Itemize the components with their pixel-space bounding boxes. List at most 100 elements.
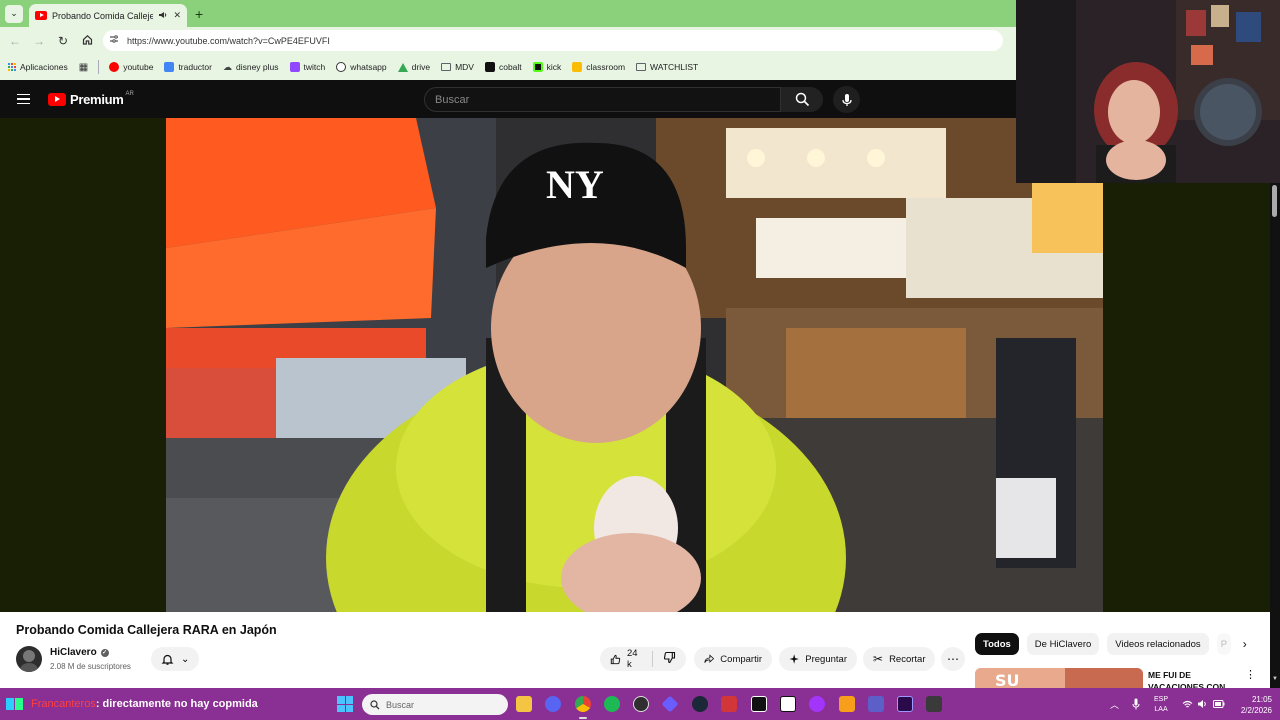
chevron-up-icon[interactable]: ︿ xyxy=(1110,688,1119,720)
tab-search-button[interactable]: ⌄ xyxy=(5,4,23,23)
bookmark-twitch[interactable]: twitch xyxy=(289,62,325,72)
thumbnail-overlay-text: SU xyxy=(995,671,1020,688)
bookmark-label: MDV xyxy=(455,62,474,72)
search-input[interactable]: Buscar xyxy=(424,87,781,112)
stream-chat-message: Francanteros: directamente no hay copmid… xyxy=(31,698,258,710)
bookmark-traductor[interactable]: traductor xyxy=(164,62,212,72)
chip-videos-relacionados[interactable]: Videos relacionados xyxy=(1107,633,1209,655)
channel-name-link[interactable]: HiClavero ✓ xyxy=(50,647,109,658)
close-tab-icon[interactable]: ✕ xyxy=(173,10,181,21)
taskbar: Francanteros: directamente no hay copmid… xyxy=(0,688,1280,720)
fl-studio-icon[interactable] xyxy=(839,696,855,712)
share-button[interactable]: Compartir xyxy=(694,647,772,671)
capcut-icon[interactable] xyxy=(751,696,767,712)
screen: ⌄ Probando Comida Callejera ✕ + ← → ↻ ht… xyxy=(0,0,1280,720)
back-arrow-icon[interactable]: ← xyxy=(3,34,27,48)
notion-icon[interactable] xyxy=(780,696,796,712)
home-icon[interactable] xyxy=(75,34,99,48)
browser-toolbar: ← → ↻ https://www.youtube.com/watch?v=Cw… xyxy=(0,27,1016,54)
subscription-notifications-button[interactable]: ⌄ xyxy=(151,647,199,671)
obs-icon[interactable] xyxy=(633,696,649,712)
chrome-icon[interactable] xyxy=(575,696,591,712)
vpn-icon[interactable] xyxy=(926,696,942,712)
bookmark-label: classroom xyxy=(586,62,626,72)
bookmark-cobalt[interactable]: cobalt xyxy=(484,62,522,72)
spotify-icon[interactable] xyxy=(604,696,620,712)
chip-de-hiclavero[interactable]: De HiClavero xyxy=(1026,633,1100,655)
bookmark-kick[interactable]: kick xyxy=(532,62,561,72)
folder-icon xyxy=(441,63,452,71)
apps-grid-icon xyxy=(8,63,16,71)
premiere-icon[interactable] xyxy=(897,696,913,712)
microphone-icon[interactable] xyxy=(1132,688,1140,720)
search-icon xyxy=(370,699,380,709)
browser-tab-active[interactable]: Probando Comida Callejera ✕ xyxy=(29,4,187,27)
recommended-thumbnail[interactable]: SU xyxy=(975,668,1143,688)
discord-icon[interactable] xyxy=(545,696,561,712)
bookmark-drive[interactable]: drive xyxy=(397,62,430,72)
thumbs-down-icon xyxy=(663,651,676,664)
clock-time: 21:05 xyxy=(1251,695,1272,704)
reload-icon[interactable]: ↻ xyxy=(51,34,75,48)
streamlabs-icon[interactable] xyxy=(661,695,679,713)
address-bar[interactable]: https://www.youtube.com/watch?v=CwPE4EFU… xyxy=(103,30,1003,51)
like-button[interactable]: 24 k xyxy=(610,648,642,670)
new-tab-button[interactable]: + xyxy=(195,6,203,22)
classroom-icon xyxy=(572,62,583,72)
menu-icon[interactable] xyxy=(17,93,30,105)
dislike-button[interactable] xyxy=(663,651,676,667)
file-explorer-icon[interactable] xyxy=(516,696,532,712)
channel-avatar[interactable] xyxy=(16,646,42,672)
clip-button[interactable]: ✂ Recortar xyxy=(863,647,935,671)
bookmark-classroom[interactable]: classroom xyxy=(572,62,625,72)
riot-icon[interactable] xyxy=(721,696,737,712)
search-button[interactable] xyxy=(781,87,823,112)
windows-start-icon[interactable] xyxy=(337,696,353,712)
forward-arrow-icon[interactable]: → xyxy=(27,34,51,48)
chevron-right-icon[interactable]: › xyxy=(1243,637,1247,651)
video-player[interactable]: NY xyxy=(0,118,1270,612)
battery-icon[interactable] xyxy=(1213,688,1225,720)
bookmark-mdv[interactable]: MDV xyxy=(441,62,474,72)
kick-icon xyxy=(532,62,543,72)
video-title: Probando Comida Callejera RARA en Japón xyxy=(16,623,277,637)
share-label: Compartir xyxy=(720,653,762,665)
bookmark-watchlist[interactable]: WATCHLIST xyxy=(636,62,698,72)
chip-todos[interactable]: Todos xyxy=(975,633,1019,655)
steam-icon[interactable] xyxy=(692,696,708,712)
bookmark-youtube[interactable]: youtube xyxy=(109,62,153,72)
clock-date: 2/2/2026 xyxy=(1240,706,1272,715)
youtube-premium-logo[interactable]: Premium AR xyxy=(48,91,134,107)
scroll-down-arrow-icon[interactable]: ▼ xyxy=(1270,676,1280,688)
url-text[interactable]: https://www.youtube.com/watch?v=CwPE4EFU… xyxy=(127,36,330,46)
ask-button[interactable]: Preguntar xyxy=(779,647,857,671)
like-dislike-group: 24 k xyxy=(600,647,686,671)
twitch-icon xyxy=(289,62,300,72)
messenger-icon[interactable] xyxy=(809,696,825,712)
sparkle-icon xyxy=(789,654,799,664)
keyboard-language[interactable]: ESP LAA xyxy=(1154,695,1168,715)
voice-search-button[interactable] xyxy=(833,86,860,113)
chip-partial[interactable]: P xyxy=(1216,633,1231,655)
teams-icon[interactable] xyxy=(868,696,884,712)
more-actions-button[interactable]: ⋯ xyxy=(941,647,965,671)
drive-icon xyxy=(397,62,408,72)
page-scrollbar[interactable] xyxy=(1270,183,1280,688)
bookmark-disney-plus[interactable]: ☁ disney plus xyxy=(223,62,279,73)
taskbar-search-input[interactable]: Buscar xyxy=(362,694,508,715)
bookmark-whatsapp[interactable]: whatsapp xyxy=(336,62,387,72)
scrollbar-thumb[interactable] xyxy=(1272,185,1277,217)
system-clock[interactable]: 21:05 2/2/2026 xyxy=(1228,694,1272,716)
more-vertical-icon[interactable]: ⋮ xyxy=(1245,668,1256,681)
chrome-active-indicator xyxy=(579,717,587,719)
tab-groups-icon[interactable]: ▦ xyxy=(79,62,88,73)
volume-icon[interactable] xyxy=(1197,688,1208,720)
site-settings-icon[interactable] xyxy=(109,34,119,47)
bookmark-aplicaciones[interactable]: Aplicaciones xyxy=(8,62,68,72)
related-filter-chips: Todos De HiClavero Videos relacionados P… xyxy=(975,633,1247,655)
wifi-icon[interactable] xyxy=(1182,688,1193,720)
recommended-title[interactable]: ME FUI DE VACACIONES CON... xyxy=(1148,669,1248,688)
video-frame[interactable]: NY xyxy=(166,118,1103,612)
speaker-icon[interactable] xyxy=(158,10,168,22)
thumbs-up-icon xyxy=(610,654,621,664)
